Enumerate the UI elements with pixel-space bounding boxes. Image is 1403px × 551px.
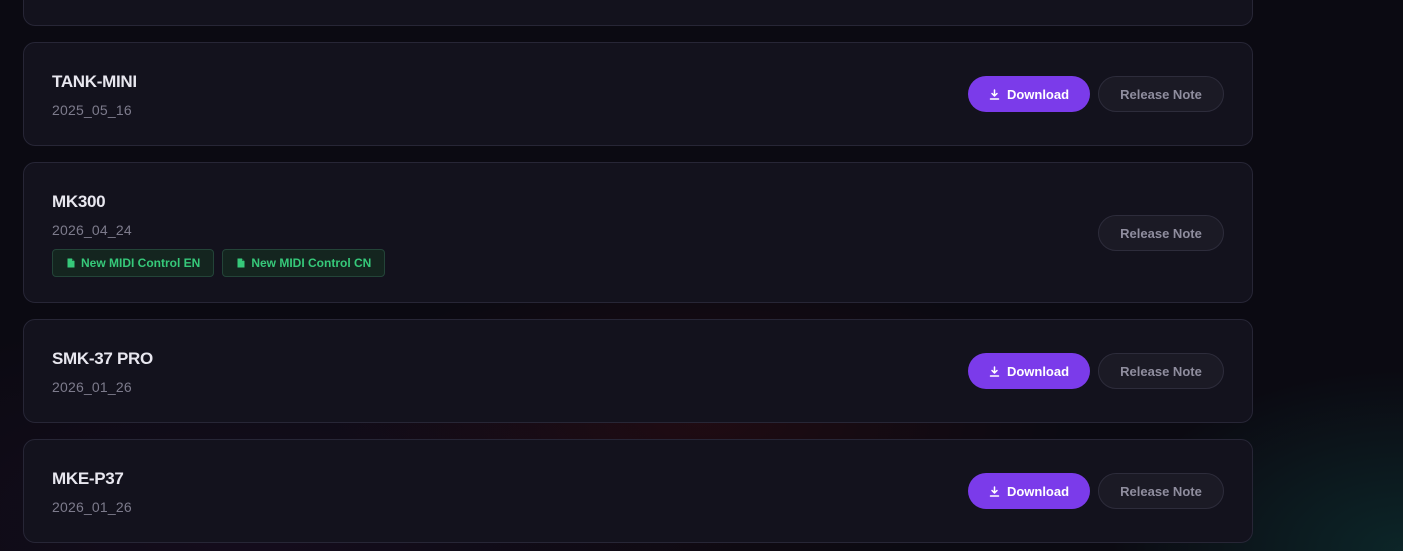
download-button-label: Download xyxy=(1006,483,1070,499)
download-button[interactable]: Download xyxy=(968,473,1090,509)
document-icon xyxy=(237,258,245,268)
download-icon xyxy=(989,88,1000,100)
firmware-card-partial xyxy=(23,0,1253,26)
manual-tag-label: New MIDI Control EN xyxy=(81,256,201,270)
document-icon xyxy=(67,258,75,268)
manual-tag-cn[interactable]: New MIDI Control CN xyxy=(222,249,386,277)
download-button-label: Download xyxy=(1006,363,1070,379)
card-actions: Download Release Note xyxy=(968,353,1224,389)
release-note-button[interactable]: Release Note xyxy=(1098,215,1224,251)
firmware-name: TANK-MINI xyxy=(52,72,137,91)
firmware-name: SMK-37 PRO xyxy=(52,349,153,368)
firmware-card: MK300 2026_04_24 New MIDI Control EN New… xyxy=(23,162,1253,303)
manual-tag-label: New MIDI Control CN xyxy=(251,256,372,270)
card-actions: Download Release Note xyxy=(968,473,1224,509)
firmware-date: 2026_04_24 xyxy=(52,222,132,238)
firmware-date: 2026_01_26 xyxy=(52,379,132,395)
download-button[interactable]: Download xyxy=(968,353,1090,389)
firmware-date: 2025_05_16 xyxy=(52,102,132,118)
firmware-date: 2026_01_26 xyxy=(52,499,132,515)
firmware-name: MKE-P37 xyxy=(52,469,124,488)
card-actions: Download Release Note xyxy=(968,76,1224,112)
download-icon xyxy=(989,485,1000,497)
release-note-button[interactable]: Release Note xyxy=(1098,353,1224,389)
firmware-card: TANK-MINI 2025_05_16 Download Release No… xyxy=(23,42,1253,146)
manual-tag-en[interactable]: New MIDI Control EN xyxy=(52,249,215,277)
firmware-name: MK300 xyxy=(52,192,106,211)
firmware-card: MKE-P37 2026_01_26 Download Release Note xyxy=(23,439,1253,543)
manual-tags: New MIDI Control EN New MIDI Control CN xyxy=(52,249,386,277)
release-note-button[interactable]: Release Note xyxy=(1098,473,1224,509)
card-actions: Release Note xyxy=(1098,215,1224,251)
release-note-button[interactable]: Release Note xyxy=(1098,76,1224,112)
download-button[interactable]: Download xyxy=(968,76,1090,112)
download-icon xyxy=(989,365,1000,377)
download-button-label: Download xyxy=(1006,86,1070,102)
firmware-card: SMK-37 PRO 2026_01_26 Download Release N… xyxy=(23,319,1253,423)
